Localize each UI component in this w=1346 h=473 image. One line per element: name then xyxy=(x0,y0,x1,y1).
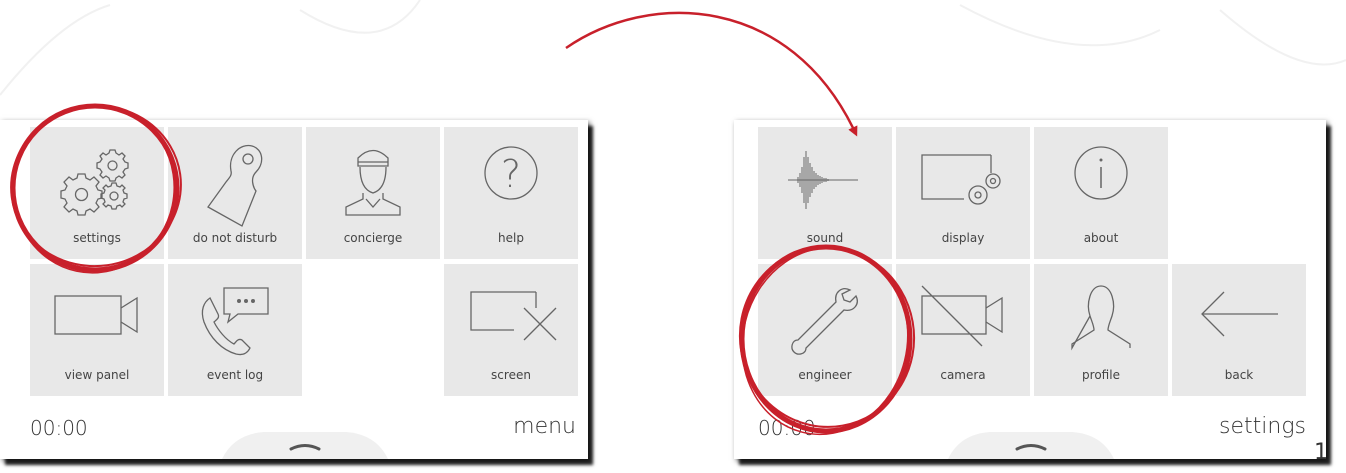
help-tile-label: help xyxy=(498,231,524,245)
sound-tile[interactable]: sound xyxy=(758,127,892,259)
pull-up-handle[interactable] xyxy=(948,428,1114,459)
profile-tile[interactable]: profile xyxy=(1034,264,1168,396)
about-tile-label: about xyxy=(1083,231,1119,245)
screen-title: settings xyxy=(1219,414,1306,439)
profile-tile-label: profile xyxy=(1082,368,1120,382)
display-tile[interactable]: display xyxy=(896,127,1030,259)
settings-screen: sound display about engineer camera prof… xyxy=(734,120,1326,459)
view-panel-tile-label: view panel xyxy=(64,368,130,382)
display-tile-label: display xyxy=(941,231,985,245)
camera-tile-label: camera xyxy=(940,368,986,382)
engineer-tile-label: engineer xyxy=(798,368,852,382)
back-tile-label: back xyxy=(1224,368,1254,382)
concierge-tile-label: concierge xyxy=(343,231,403,245)
sound-tile-label: sound xyxy=(806,231,844,245)
settings-tile[interactable]: settings xyxy=(30,127,164,259)
settings-tile-label: settings xyxy=(73,231,121,245)
screen-title: menu xyxy=(513,414,576,439)
do-not-disturb-tile[interactable]: do not disturb xyxy=(168,127,302,259)
event-log-tile[interactable]: event log xyxy=(168,264,302,396)
page-number: 1 xyxy=(1314,440,1328,465)
screen-tile-label: screen xyxy=(491,368,531,382)
engineer-tile[interactable]: engineer xyxy=(758,264,892,396)
do-not-disturb-tile-label: do not disturb xyxy=(192,231,278,245)
screen-tile[interactable]: screen xyxy=(444,264,578,396)
about-tile[interactable]: about xyxy=(1034,127,1168,259)
concierge-tile[interactable]: concierge xyxy=(306,127,440,259)
view-panel-tile[interactable]: view panel xyxy=(30,264,164,396)
pull-up-handle[interactable] xyxy=(222,428,388,459)
back-tile[interactable]: back xyxy=(1172,264,1306,396)
clock: 00:00 xyxy=(30,416,88,440)
svg-text:?: ? xyxy=(501,152,521,196)
camera-tile[interactable]: camera xyxy=(896,264,1030,396)
menu-screen: settings do not disturb concierge ? help… xyxy=(0,120,588,459)
clock: 00:00 xyxy=(758,416,816,440)
event-log-tile-label: event log xyxy=(206,368,264,382)
help-tile[interactable]: ? help xyxy=(444,127,578,259)
